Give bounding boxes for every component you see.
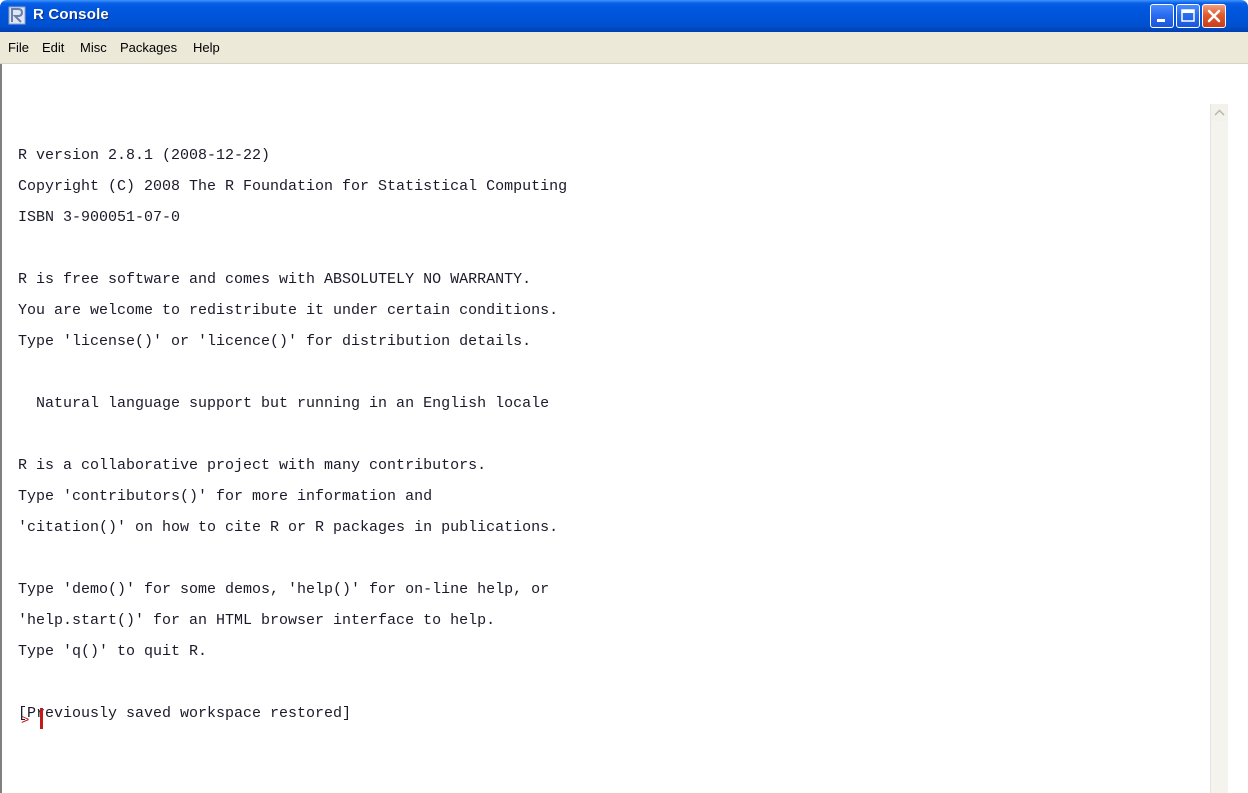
menu-packages[interactable]: Packages [120, 40, 177, 55]
console-output[interactable] [0, 64, 1210, 793]
console-line: You are welcome to redistribute it under… [18, 302, 559, 319]
console-line: R version 2.8.1 (2008-12-22) [18, 147, 271, 164]
menu-edit[interactable]: Edit [42, 40, 64, 55]
console-line: Type 'license()' or 'licence()' for dist… [18, 333, 532, 350]
console-line: 'citation()' on how to cite R or R packa… [18, 519, 559, 536]
close-icon [1207, 9, 1221, 23]
maximize-icon [1181, 9, 1195, 22]
console-top-margin [2, 64, 1228, 104]
title-bar[interactable]: R Console [0, 0, 1248, 32]
console-line: Type 'contributors()' for more informati… [18, 488, 433, 505]
minimize-icon [1157, 19, 1165, 22]
close-button[interactable] [1202, 4, 1226, 28]
vertical-scrollbar[interactable] [1210, 104, 1228, 793]
maximize-button[interactable] [1176, 4, 1200, 28]
console-line: R is a collaborative project with many c… [18, 457, 487, 474]
console-line: R is free software and comes with ABSOLU… [18, 271, 532, 288]
menu-misc[interactable]: Misc [80, 40, 107, 55]
console-line: Natural language support but running in … [18, 395, 550, 412]
text-cursor[interactable] [40, 708, 43, 729]
r-logo-icon [8, 6, 26, 25]
console-line: [Previously saved workspace restored] [18, 705, 352, 722]
chevron-up-icon [1214, 109, 1225, 116]
scroll-up-button[interactable] [1211, 104, 1228, 121]
minimize-button[interactable] [1150, 4, 1174, 28]
console-line: ISBN 3-900051-07-0 [18, 209, 181, 226]
menu-bar: File Edit Misc Packages Help [0, 32, 1248, 64]
window-right-edge [1228, 64, 1248, 793]
console-line: Type 'q()' to quit R. [18, 643, 208, 660]
console-prompt: > [21, 713, 30, 729]
window-title: R Console [33, 6, 109, 23]
menu-help[interactable]: Help [193, 40, 220, 55]
menu-file[interactable]: File [8, 40, 29, 55]
r-console-window: R Console File Edit Misc Packages Help R… [0, 0, 1248, 793]
console-line: 'help.start()' for an HTML browser inter… [18, 612, 496, 629]
console-line: Copyright (C) 2008 The R Foundation for … [18, 178, 568, 195]
console-line: Type 'demo()' for some demos, 'help()' f… [18, 581, 550, 598]
